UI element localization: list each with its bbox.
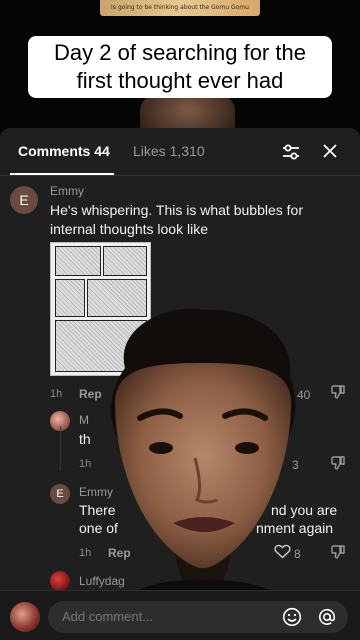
manga-strip-image: Is going to be thinking about the Gomu G…	[100, 0, 260, 16]
emoji-icon[interactable]	[282, 607, 302, 627]
comment-username[interactable]: Emmy	[50, 184, 84, 198]
my-avatar[interactable]	[10, 602, 40, 632]
avatar[interactable]	[50, 571, 70, 591]
reply-text: th	[79, 431, 91, 447]
comment-text-line: internal thoughts look like	[50, 221, 208, 237]
reply-time: 1h	[79, 458, 92, 470]
panel-tabs: Comments 44 Likes 1,310	[0, 128, 360, 176]
tab-comments[interactable]: Comments 44	[18, 143, 110, 159]
mention-icon[interactable]	[317, 607, 337, 627]
tab-comments-count: 44	[94, 143, 110, 159]
tab-comments-label: Comments	[18, 143, 91, 159]
reply-username[interactable]: M	[79, 413, 89, 427]
avatar[interactable]: E	[50, 484, 70, 504]
comment-input[interactable]: Add comment...	[48, 601, 348, 633]
dislike-icon[interactable]	[330, 544, 346, 560]
tab-likes-label: Likes	[133, 143, 166, 159]
avatar[interactable]: E	[10, 186, 38, 214]
video-caption: Day 2 of searching for the first thought…	[28, 36, 332, 98]
filter-icon[interactable]	[280, 141, 302, 163]
dislike-icon[interactable]	[330, 384, 346, 400]
comment-time: 1h	[50, 388, 63, 400]
comment-text-line: He's whispering. This is what bubbles fo…	[50, 202, 303, 218]
comment-composer: Add comment...	[0, 590, 360, 640]
thread-line	[60, 426, 61, 471]
manga-strip-text: Is going to be thinking about the Gomu G…	[111, 4, 249, 11]
dislike-icon[interactable]	[330, 455, 346, 471]
reply-time: 1h	[79, 547, 92, 559]
active-tab-indicator	[10, 173, 114, 175]
close-icon[interactable]	[319, 140, 341, 162]
tab-likes[interactable]: Likes 1,310	[133, 143, 205, 159]
tab-likes-count: 1,310	[169, 143, 205, 159]
